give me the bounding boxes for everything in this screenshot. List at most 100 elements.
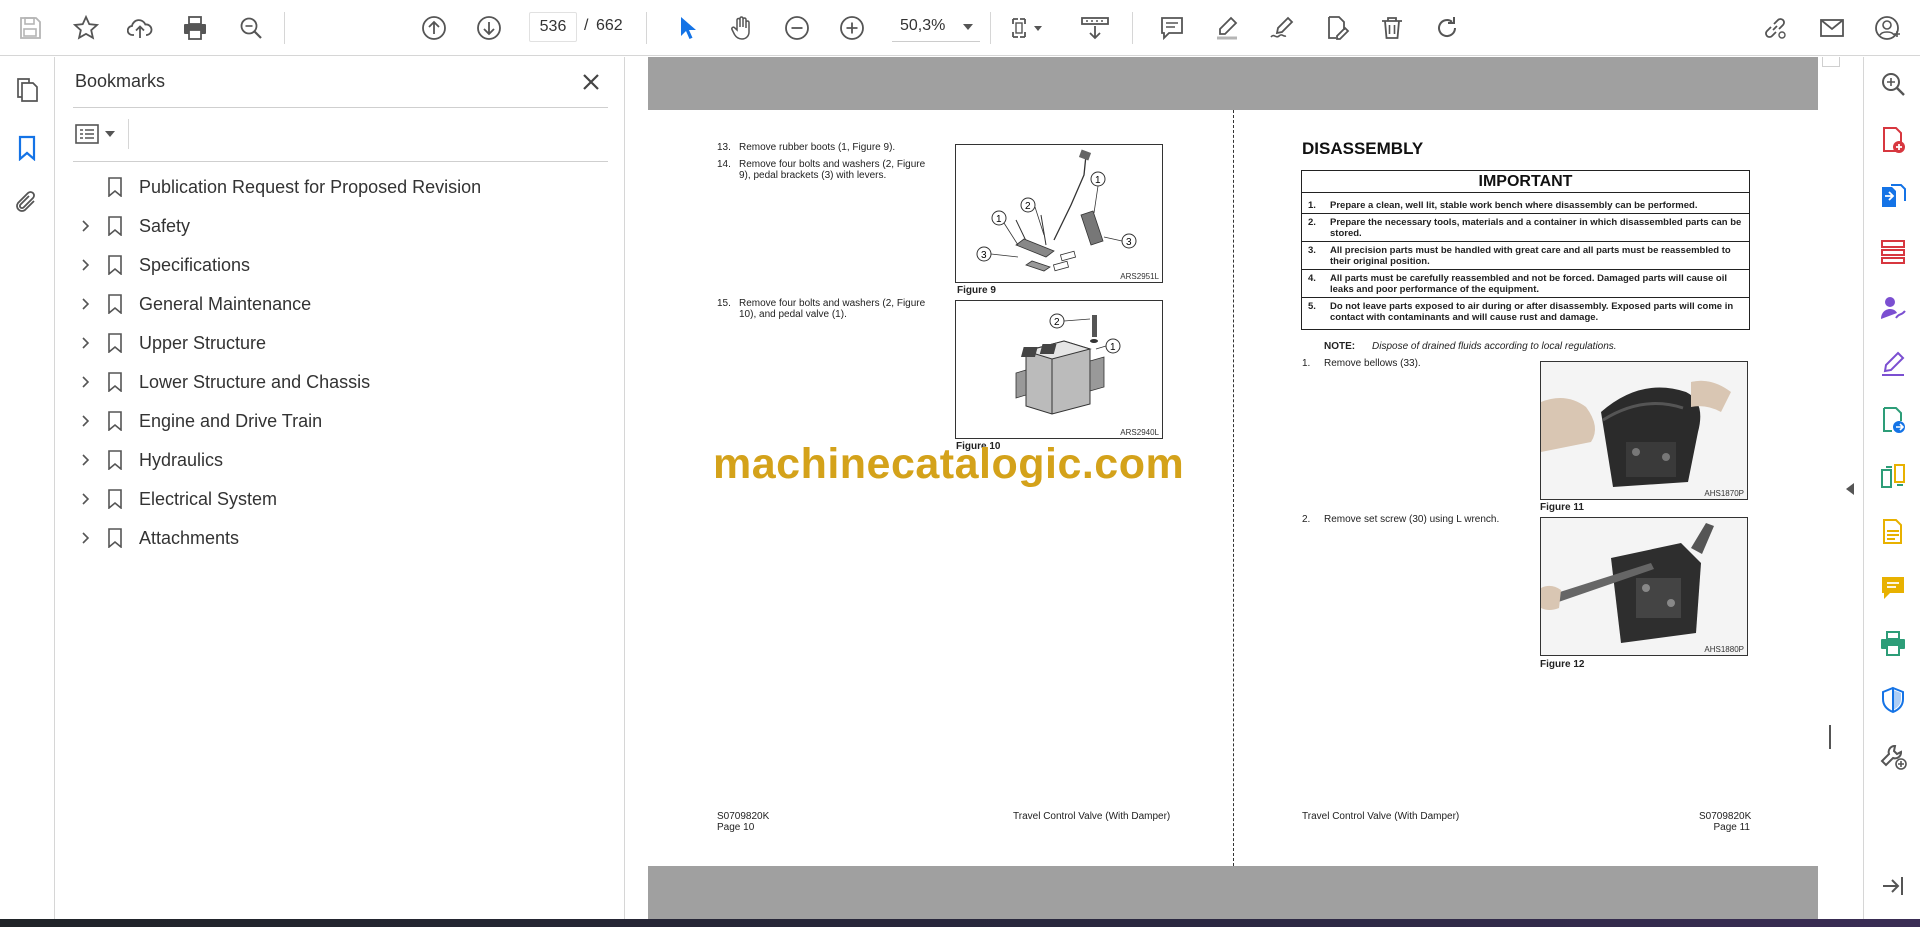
select-cursor-icon[interactable] <box>669 10 705 46</box>
figure-caption: Figure 9 <box>957 285 996 296</box>
search-zoom-icon[interactable] <box>233 10 269 46</box>
chevron-right-icon[interactable] <box>77 295 95 313</box>
scrollbar-top-cap[interactable] <box>1822 57 1840 67</box>
collapse-right-panel-icon[interactable] <box>1843 475 1857 503</box>
footer-page-number: Page 10 <box>717 822 755 833</box>
fill-sign-icon[interactable] <box>1878 349 1908 379</box>
item-number: 4. <box>1308 273 1316 284</box>
bookmark-flag-icon <box>107 292 123 316</box>
bookmark-label: Attachments <box>139 527 240 548</box>
bookmark-flag-icon <box>107 253 123 277</box>
item-text-line-2: their original position. <box>1330 256 1430 267</box>
rotate-icon[interactable] <box>1429 10 1465 46</box>
chevron-right-icon[interactable] <box>77 451 95 469</box>
collapse-panel-icon[interactable] <box>1878 871 1908 901</box>
bookmark-label: Hydraulics <box>139 449 224 470</box>
attachments-icon[interactable] <box>10 185 44 219</box>
bookmark-label: Lower Structure and Chassis <box>139 371 371 392</box>
step-text: Remove rubber boots (1, Figure 9). <box>739 142 896 153</box>
more-tools-icon[interactable] <box>1878 741 1908 771</box>
send-for-review-icon[interactable] <box>1878 405 1908 435</box>
zoom-dropdown-icon[interactable] <box>958 12 978 42</box>
chevron-right-icon[interactable] <box>77 217 95 235</box>
export-pdf-icon[interactable] <box>1878 181 1908 211</box>
step-15: 15. Remove four bolts and washers (2, Fi… <box>717 298 947 322</box>
row-rule <box>1302 241 1749 242</box>
save-icon[interactable] <box>12 10 48 46</box>
toolbar-divider <box>1132 12 1133 44</box>
bookmark-item[interactable]: Engine and Drive Train <box>73 405 603 437</box>
zoom-in-icon[interactable] <box>834 10 870 46</box>
sign-icon[interactable] <box>1264 10 1300 46</box>
hand-tool-icon[interactable] <box>724 10 760 46</box>
bookmarks-title: Bookmarks <box>75 71 166 91</box>
chevron-right-icon[interactable] <box>77 490 95 508</box>
bookmark-item[interactable]: Specifications <box>73 249 603 281</box>
bookmark-item[interactable]: Lower Structure and Chassis <box>73 366 603 398</box>
page-number-input[interactable]: 536 <box>529 12 577 42</box>
bookmarks-icon[interactable] <box>10 131 44 165</box>
chevron-right-icon[interactable] <box>77 529 95 547</box>
bookmark-item[interactable]: Upper Structure <box>73 327 603 359</box>
item-text-line-1: Prepare a clean, well lit, stable work b… <box>1330 200 1698 211</box>
footer-doc-number: S0709820K <box>717 811 770 822</box>
bookmark-item[interactable]: Safety <box>73 210 603 242</box>
page-up-icon[interactable] <box>416 10 452 46</box>
item-number: 5. <box>1308 301 1316 312</box>
create-pdf-icon[interactable] <box>1878 125 1908 155</box>
upload-cloud-icon[interactable] <box>122 10 158 46</box>
request-signature-icon[interactable] <box>1878 293 1908 323</box>
chevron-right-icon[interactable] <box>77 334 95 352</box>
edit-pdf-icon[interactable] <box>1319 10 1355 46</box>
account-icon[interactable] <box>1869 10 1905 46</box>
section-heading: DISASSEMBLY <box>1302 139 1424 158</box>
scan-ocr-icon[interactable] <box>1878 517 1908 547</box>
email-icon[interactable] <box>1814 10 1850 46</box>
bookmark-flag-icon <box>107 526 123 550</box>
compare-files-icon[interactable] <box>1878 461 1908 491</box>
page-gap-bottom <box>648 866 1818 919</box>
scroll-mode-icon[interactable] <box>1074 10 1120 46</box>
svg-text:1: 1 <box>1095 175 1101 186</box>
bookmark-label: Engine and Drive Train <box>139 410 323 431</box>
item-text-line-2: stored. <box>1330 228 1362 239</box>
highlight-pen-icon[interactable] <box>1209 10 1245 46</box>
bookmark-star-icon[interactable] <box>68 10 104 46</box>
scrollbar-thumb[interactable] <box>1829 725 1831 749</box>
close-icon[interactable] <box>576 67 606 97</box>
figure-10-image: 2 1 ARS2940L <box>955 300 1163 439</box>
step-number: 13. <box>717 142 731 153</box>
bookmark-item[interactable]: Publication Request for Proposed Revisio… <box>73 171 603 203</box>
print-production-icon[interactable] <box>1878 629 1908 659</box>
bookmark-item[interactable]: Attachments <box>73 522 603 554</box>
delete-icon[interactable] <box>1374 10 1410 46</box>
page-down-icon[interactable] <box>471 10 507 46</box>
fit-page-icon[interactable] <box>1005 10 1051 46</box>
page-thumbnails-icon[interactable] <box>10 73 44 107</box>
figure-9-image: 1 2 1 3 3 ARS2951L <box>955 144 1163 283</box>
chevron-right-icon[interactable] <box>77 256 95 274</box>
bookmark-item[interactable]: Electrical System <box>73 483 603 515</box>
bookmark-flag-icon <box>107 214 123 238</box>
svg-text:2: 2 <box>1054 317 1060 328</box>
footer-page-number: Page 11 <box>1713 822 1750 833</box>
search-tool-icon[interactable] <box>1878 69 1908 99</box>
comment-icon[interactable] <box>1154 10 1190 46</box>
add-comment-icon[interactable] <box>1878 573 1908 603</box>
item-text-line-1: All parts must be carefully reassembled … <box>1330 273 1728 284</box>
bookmark-item[interactable]: Hydraulics <box>73 444 603 476</box>
toolbar-divider <box>990 12 991 44</box>
share-link-icon[interactable] <box>1757 10 1793 46</box>
zoom-out-icon[interactable] <box>779 10 815 46</box>
chevron-right-icon[interactable] <box>77 373 95 391</box>
toolbar-divider <box>128 119 129 149</box>
step-text: Remove set screw (30) using L wrench. <box>1324 514 1500 525</box>
bookmark-item[interactable]: General Maintenance <box>73 288 603 320</box>
item-text-line-1: All precision parts must be handled with… <box>1330 245 1731 256</box>
print-icon[interactable] <box>177 10 213 46</box>
protect-icon[interactable] <box>1878 685 1908 715</box>
chevron-right-icon[interactable] <box>77 412 95 430</box>
svg-text:3: 3 <box>981 250 987 261</box>
bookmark-options-button[interactable] <box>75 119 121 149</box>
organize-pages-icon[interactable] <box>1878 237 1908 267</box>
